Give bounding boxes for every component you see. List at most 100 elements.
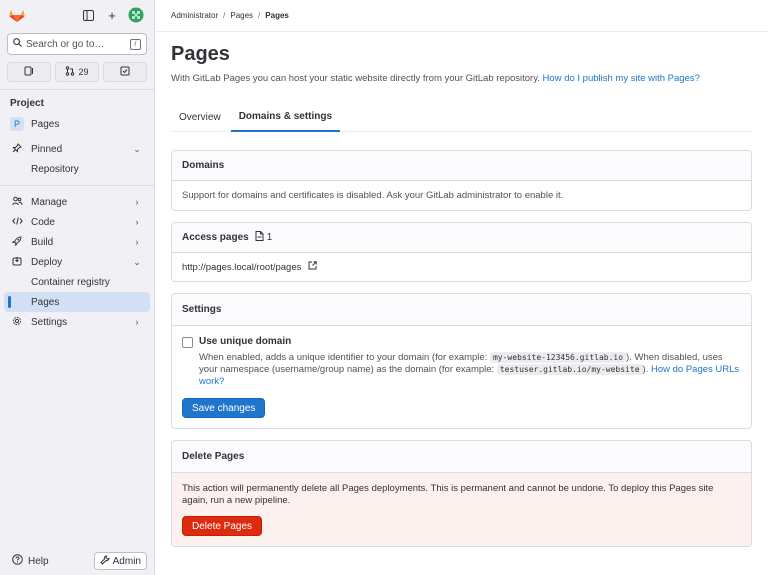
description-text: With GitLab Pages you can host your stat…: [171, 73, 540, 84]
document-icon: [255, 231, 264, 244]
save-changes-button[interactable]: Save changes: [182, 398, 266, 418]
chevron-right-icon: ›: [135, 197, 139, 207]
delete-pages-button[interactable]: Delete Pages: [182, 516, 263, 536]
help-icon: [12, 554, 23, 568]
search-label: Search or go to…: [26, 38, 105, 50]
sidebar-item-deploy[interactable]: Deploy ⌄: [0, 252, 154, 272]
deploy-label: Deploy: [31, 256, 63, 268]
access-pages-title: Access pages: [182, 232, 249, 243]
example-code-2: testuser.gitlab.io/my-website: [496, 364, 643, 375]
access-pages-card: Access pages 1 http://pages.local/root/p…: [171, 222, 752, 282]
unique-domain-row: Use unique domain: [182, 336, 741, 348]
chevron-down-icon: ⌄: [133, 143, 141, 154]
sidebar-bottom-bar: Help Admin: [0, 551, 155, 571]
access-pages-count: 1: [266, 232, 273, 243]
help-button[interactable]: Help: [8, 554, 94, 568]
build-label: Build: [31, 236, 54, 248]
user-avatar[interactable]: [126, 5, 146, 25]
todos-button[interactable]: [103, 62, 147, 82]
unique-domain-help: When enabled, adds a unique identifier t…: [199, 352, 741, 388]
counts-row: 29: [7, 62, 147, 82]
issues-icon: [24, 66, 34, 78]
gear-icon: [10, 316, 24, 329]
project-avatar: P: [10, 117, 24, 131]
pages-url-link[interactable]: http://pages.local/root/pages: [182, 262, 301, 273]
example-code-1: my-website-123456.gitlab.io: [489, 352, 627, 363]
page-title: Pages: [171, 43, 230, 65]
admin-button[interactable]: Admin: [93, 552, 147, 570]
todo-check-icon: [120, 66, 130, 78]
sidebar-item-build[interactable]: Build ›: [0, 232, 154, 252]
search-shortcut: /: [130, 38, 141, 50]
sidebar: + Search or go to… / 29 Project P Pages …: [0, 0, 155, 575]
delete-pages-title: Delete Pages: [172, 441, 751, 473]
sidebar-item-repository[interactable]: Repository: [0, 159, 154, 179]
help-label: Help: [28, 555, 49, 567]
delete-warning: This action will permanently delete all …: [182, 483, 714, 506]
tab-domains-settings[interactable]: Domains & settings: [230, 102, 341, 132]
tab-overview[interactable]: Overview: [171, 102, 229, 132]
container-registry-label: Container registry: [31, 276, 110, 288]
save-row: Save changes: [182, 398, 741, 418]
chevron-right-icon: ›: [135, 217, 139, 227]
settings-body: Use unique domain When enabled, adds a u…: [172, 326, 751, 428]
merge-requests-button[interactable]: 29: [55, 62, 99, 82]
sidebar-top-bar: +: [0, 0, 154, 30]
chevron-right-icon: ›: [135, 237, 139, 247]
pages-label: Pages: [31, 296, 60, 308]
rocket-icon: [10, 235, 24, 249]
wrench-icon: [99, 554, 110, 568]
project-name: Pages: [31, 118, 60, 130]
chevron-right-icon: ›: [135, 317, 139, 327]
breadcrumb-separator: /: [223, 11, 226, 20]
sidebar-item-code[interactable]: Code ›: [0, 212, 154, 232]
settings-title: Settings: [172, 294, 751, 326]
merge-requests-count: 29: [78, 67, 89, 77]
domains-card: Domains Support for domains and certific…: [171, 150, 752, 211]
sidebar-toggle-icon[interactable]: [78, 5, 98, 25]
sidebar-item-project[interactable]: P Pages: [0, 114, 154, 134]
sidebar-item-pinned[interactable]: Pinned ⌄: [0, 139, 154, 159]
sidebar-divider: [0, 185, 154, 186]
sidebar-divider: [0, 89, 154, 90]
domains-title: Domains: [172, 151, 751, 181]
domains-message: Support for domains and certificates is …: [182, 190, 564, 201]
code-label: Code: [31, 216, 55, 228]
access-pages-body: http://pages.local/root/pages: [172, 253, 751, 281]
pinned-label: Pinned: [31, 143, 63, 155]
merge-request-icon: [65, 66, 75, 78]
delete-pages-body: This action will permanently delete all …: [172, 473, 751, 546]
unique-domain-checkbox[interactable]: [182, 337, 193, 348]
sidebar-item-container-registry[interactable]: Container registry: [0, 272, 154, 292]
access-pages-header: Access pages 1: [172, 223, 751, 253]
delete-pages-card: Delete Pages This action will permanentl…: [171, 440, 752, 547]
delete-row: Delete Pages: [182, 516, 741, 536]
external-link-icon[interactable]: [308, 261, 317, 273]
project-heading: Project: [10, 97, 44, 109]
breadcrumb: Administrator / Pages / Pages: [156, 0, 768, 32]
publish-help-link[interactable]: How do I publish my site with Pages?: [543, 73, 700, 84]
breadcrumb-current[interactable]: Pages: [265, 11, 289, 20]
unique-domain-label[interactable]: Use unique domain: [199, 336, 291, 347]
help-text-1: When enabled, adds a unique identifier t…: [199, 352, 488, 363]
sidebar-item-manage[interactable]: Manage ›: [0, 192, 154, 212]
manage-label: Manage: [31, 196, 68, 208]
page-body: Pages With GitLab Pages you can host you…: [156, 43, 768, 547]
search-icon: [13, 38, 22, 50]
breadcrumb-item[interactable]: Administrator: [171, 11, 218, 20]
create-new-plus-icon[interactable]: +: [102, 5, 122, 25]
sidebar-item-settings[interactable]: Settings ›: [0, 312, 154, 332]
breadcrumb-separator: /: [258, 11, 261, 20]
page-description: With GitLab Pages you can host your stat…: [171, 73, 752, 84]
settings-card: Settings Use unique domain When enabled,…: [171, 293, 752, 429]
issues-button[interactable]: [7, 62, 51, 82]
help-text-3: ).: [642, 364, 649, 375]
repository-label: Repository: [31, 163, 79, 175]
breadcrumb-item[interactable]: Pages: [230, 11, 253, 20]
deploy-icon: [10, 256, 24, 269]
admin-label: Admin: [112, 555, 141, 567]
settings-label: Settings: [31, 316, 68, 328]
sidebar-item-pages[interactable]: Pages: [4, 292, 150, 312]
gitlab-logo-icon[interactable]: [8, 7, 26, 23]
search-button[interactable]: Search or go to… /: [7, 33, 147, 55]
